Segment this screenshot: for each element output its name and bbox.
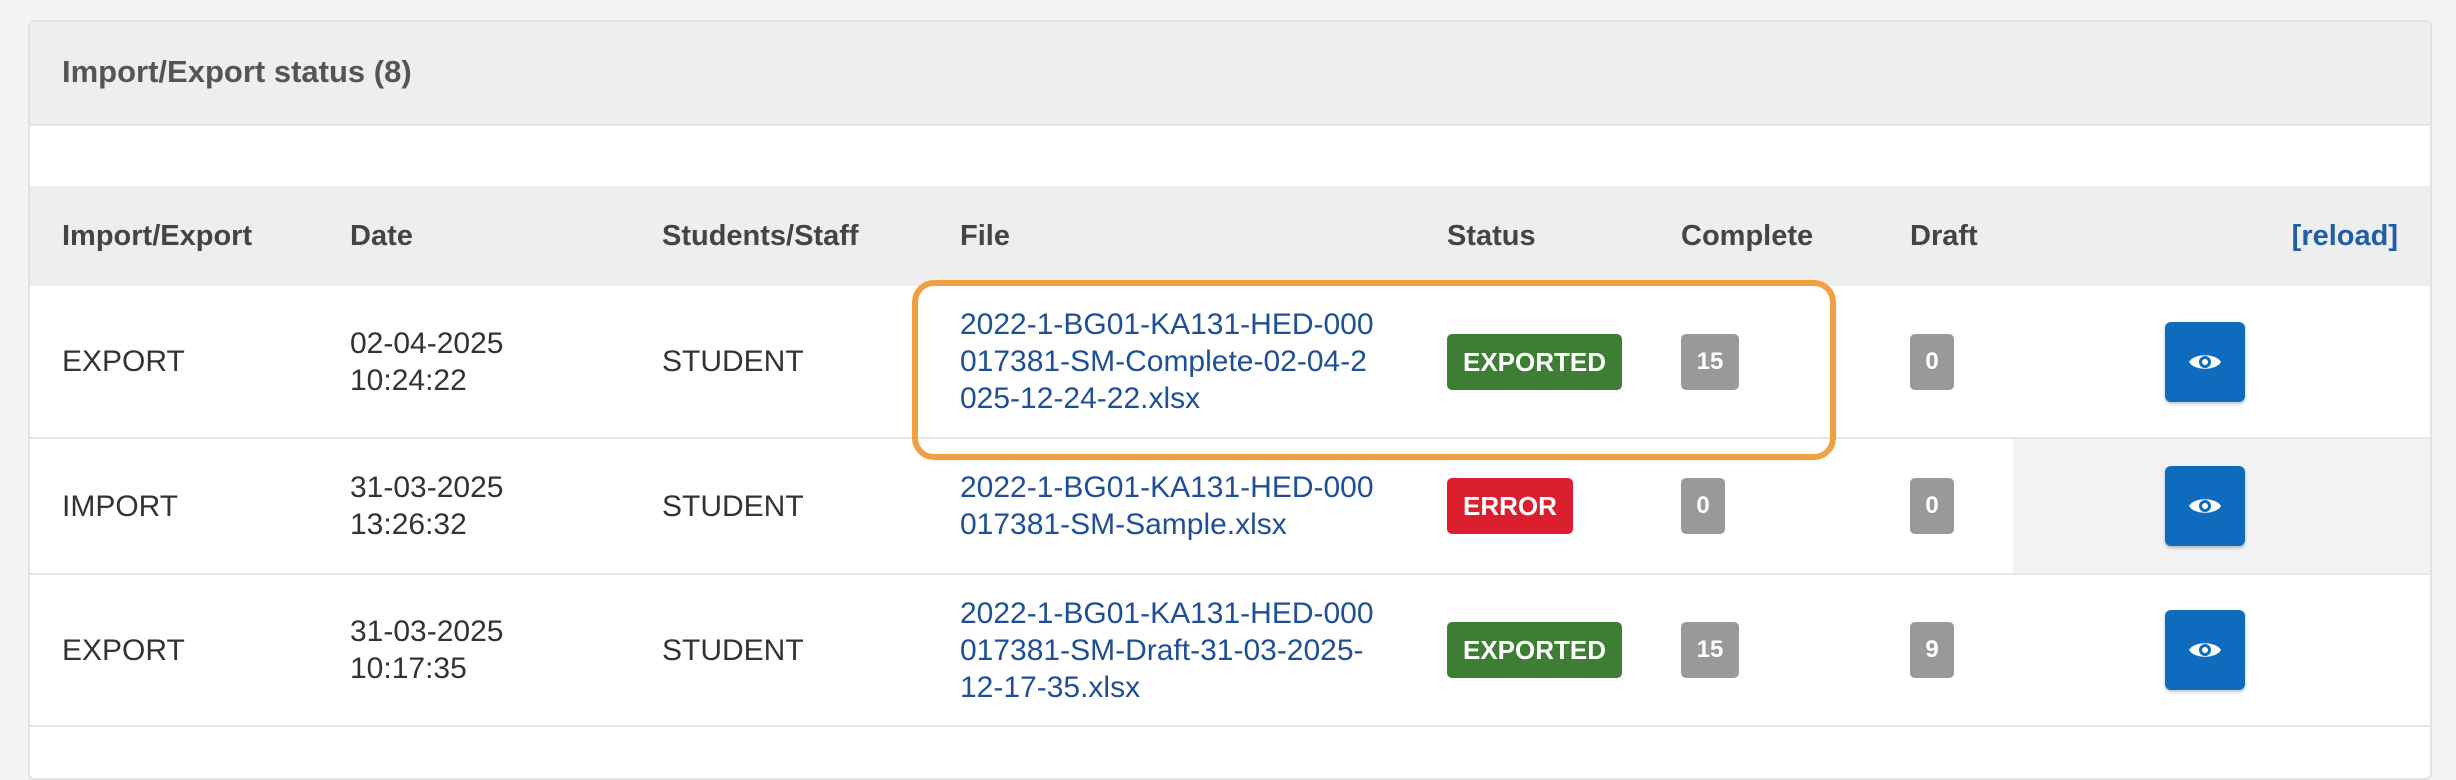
- header-complete: Complete: [1649, 186, 1878, 286]
- header-students-staff: Students/Staff: [630, 186, 928, 286]
- file-link[interactable]: 2022-1-BG01-KA131-HED-000017381-SM-Draft…: [960, 595, 1380, 706]
- draft-count-badge: 0: [1910, 478, 1954, 534]
- complete-count-badge: 0: [1681, 478, 1725, 534]
- header-reload: [reload]: [2013, 186, 2430, 286]
- reload-link[interactable]: [reload]: [2292, 220, 2398, 252]
- complete-count-badge: 15: [1681, 622, 1739, 678]
- cell-complete: 15: [1649, 574, 1878, 727]
- header-status: Status: [1415, 186, 1649, 286]
- cell-date: 31-03-2025 10:17:35: [318, 574, 630, 727]
- cell-students-staff: STUDENT: [630, 438, 928, 575]
- draft-count-badge: 0: [1910, 333, 1954, 390]
- header-file: File: [928, 186, 1415, 286]
- cell-students-staff: STUDENT: [630, 574, 928, 727]
- file-link[interactable]: 2022-1-BG01-KA131-HED-000017381-SM-Sampl…: [960, 469, 1380, 543]
- cell-actions: [2013, 286, 2430, 439]
- header-import-export: Import/Export: [30, 186, 318, 286]
- cell-file: 2022-1-BG01-KA131-HED-000017381-SM-Draft…: [928, 574, 1415, 727]
- view-button[interactable]: [2165, 321, 2245, 402]
- cell-time-value: 13:26:32: [350, 508, 467, 541]
- cell-actions: [2013, 438, 2430, 575]
- table-row: IMPORT 31-03-2025 13:26:32 STUDENT 2022-…: [30, 438, 2430, 575]
- cell-status: ERROR: [1415, 438, 1649, 575]
- cell-type: EXPORT: [30, 286, 318, 439]
- draft-count-badge: 9: [1910, 622, 1954, 678]
- cell-complete: 0: [1649, 438, 1878, 575]
- file-link[interactable]: 2022-1-BG01-KA131-HED-000017381-SM-Compl…: [960, 306, 1380, 417]
- eye-icon: [2189, 499, 2221, 513]
- header-date: Date: [318, 186, 630, 286]
- table-header-row: Import/Export Date Students/Staff File S…: [30, 186, 2430, 286]
- panel-title: Import/Export status (8): [62, 54, 412, 89]
- cell-time-value: 10:24:22: [350, 363, 467, 397]
- status-badge: EXPORTED: [1447, 333, 1623, 390]
- cell-complete: 15: [1649, 286, 1878, 439]
- cell-date: 31-03-2025 13:26:32: [318, 438, 630, 575]
- cell-draft: 0: [1878, 438, 2013, 575]
- import-export-table: Import/Export Date Students/Staff File S…: [30, 186, 2430, 727]
- cell-draft: 0: [1878, 286, 2013, 439]
- table-row: EXPORT 02-04-2025 10:24:22 STUDENT 2022-…: [30, 286, 2430, 439]
- header-draft: Draft: [1878, 186, 2013, 286]
- table-row: EXPORT 31-03-2025 10:17:35 STUDENT 2022-…: [30, 574, 2430, 727]
- cell-draft: 9: [1878, 574, 2013, 727]
- status-badge: EXPORTED: [1447, 622, 1623, 678]
- cell-date-value: 31-03-2025: [350, 471, 504, 504]
- cell-type: EXPORT: [30, 574, 318, 727]
- cell-date: 02-04-2025 10:24:22: [318, 286, 630, 439]
- complete-count-badge: 15: [1681, 333, 1739, 390]
- cell-status: EXPORTED: [1415, 286, 1649, 439]
- cell-type: IMPORT: [30, 438, 318, 575]
- view-button[interactable]: [2165, 610, 2245, 690]
- panel-header: Import/Export status (8): [30, 22, 2430, 126]
- eye-icon: [2189, 354, 2221, 369]
- view-button[interactable]: [2165, 466, 2245, 546]
- cell-actions: [2013, 574, 2430, 727]
- cell-status: EXPORTED: [1415, 574, 1649, 727]
- cell-students-staff: STUDENT: [630, 286, 928, 439]
- eye-icon: [2189, 643, 2221, 657]
- cell-date-value: 31-03-2025: [350, 615, 504, 648]
- cell-time-value: 10:17:35: [350, 652, 467, 685]
- cell-date-value: 02-04-2025: [350, 326, 504, 360]
- status-badge: ERROR: [1447, 478, 1573, 534]
- cell-file: 2022-1-BG01-KA131-HED-000017381-SM-Compl…: [928, 286, 1415, 439]
- import-export-status-panel: Import/Export status (8) Import/Export D…: [28, 20, 2432, 780]
- cell-file: 2022-1-BG01-KA131-HED-000017381-SM-Sampl…: [928, 438, 1415, 575]
